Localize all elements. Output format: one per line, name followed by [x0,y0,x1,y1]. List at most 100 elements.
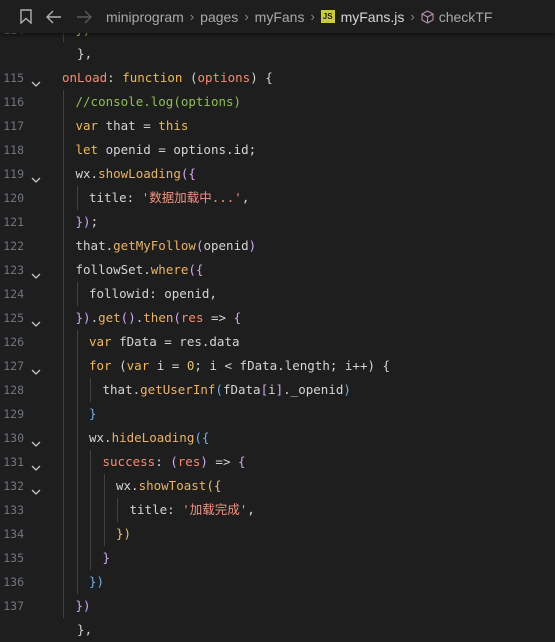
code-text: that.getUserInf(fData[i]._openid) [103,378,351,402]
line-number: 121 [3,215,24,229]
indent-guide [63,258,64,282]
code-line[interactable]: 131 success: (res) => { [0,450,555,474]
code-token: for [89,358,112,373]
code-line[interactable]: 136}) [0,570,555,594]
fold-chevron-icon[interactable] [31,481,41,495]
indent-guide [76,282,78,306]
indent-guide [90,522,91,546]
indent-guide [63,90,64,114]
code-token: var [89,334,112,349]
line-number: 122 [3,239,24,253]
breadcrumb: miniprogram › pages › myFans › JS myFans… [106,9,492,25]
line-number: 126 [3,335,24,349]
code-line[interactable]: 124 followid: openid, [0,282,555,306]
code-token: [ [260,382,269,397]
code-token: var [126,358,150,373]
code-line[interactable]: 127 for (var i = 0; i < fData.length; i++… [0,354,555,378]
code-token: ({ [180,166,196,181]
line-number: 135 [3,551,24,565]
code-token: wx. [89,430,112,445]
code-line[interactable]: 128 that.getUserInf(fData[i]._openid) [0,378,555,402]
code-line[interactable]: 121}); [0,210,555,234]
fold-chevron-icon[interactable] [31,433,41,447]
code-token: }) [75,214,91,229]
code-text: } [89,402,97,426]
code-token: ) [248,238,257,253]
line-number: 136 [3,575,24,589]
code-line[interactable]: 130 wx.hideLoading({ [0,426,555,450]
code-line[interactable]: 122 that.getMyFollow(openid) [0,234,555,258]
code-line[interactable]: }, [0,618,555,642]
code-line[interactable]: 132 wx.showToast({ [0,474,555,498]
code-token: ; [90,214,99,229]
back-arrow-icon[interactable] [45,8,63,26]
indent-guide [90,378,91,402]
cube-symbol-icon [421,9,434,24]
code-token: i [268,382,276,397]
breadcrumb-item-folder[interactable]: miniprogram [106,9,184,25]
code-token: var [75,118,99,133]
line-number: 127 [3,359,24,373]
code-line[interactable]: 133 title: '加载完成', [0,498,555,522]
indent-guide [76,402,78,426]
fold-chevron-icon[interactable] [31,73,41,87]
fold-chevron-icon[interactable] [31,313,41,327]
code-text: onLoad: function (options) { [62,66,273,90]
code-token: { [238,454,246,469]
line-number: 134 [3,527,24,541]
indent-guide [76,498,78,522]
code-line[interactable]: 115 onLoad: function (options) { [0,66,555,90]
code-token: this [158,118,189,133]
code-text: }) [89,570,104,594]
fold-chevron-icon[interactable] [31,265,41,279]
bookmark-icon[interactable] [17,8,35,26]
code-line[interactable]: 118 let openid = options.id; [0,138,555,162]
code-text: that.getMyFollow(openid) [76,234,257,258]
code-token: getMyFollow [113,238,196,253]
code-line[interactable]: 129} [0,402,555,426]
fold-chevron-icon[interactable] [31,361,41,375]
indent-guide [63,210,64,234]
line-number: 129 [3,407,24,421]
code-token: { [233,310,242,325]
fold-chevron-icon[interactable] [31,457,41,471]
line-number: 131 [3,455,24,469]
breadcrumb-item-symbol[interactable]: checkTF [439,9,493,25]
code-line[interactable]: 123 followSet.where({ [0,258,555,282]
code-line[interactable]: 135} [0,546,555,570]
code-token: } [102,550,111,565]
forward-arrow-icon[interactable] [75,8,93,26]
line-number: 124 [3,287,24,301]
code-line[interactable]: 120 title: '数据加载中...', [0,186,555,210]
code-token: ( [215,382,223,397]
line-number: 123 [3,263,24,277]
breadcrumb-item-folder[interactable]: pages [200,9,238,25]
indent-guide [103,498,105,522]
fold-chevron-icon[interactable] [31,169,41,183]
code-line[interactable]: 134}) [0,522,555,546]
code-text: }, [62,42,92,66]
code-token: followid: openid, [89,286,217,301]
breadcrumb-item-folder[interactable]: myFans [255,9,305,25]
code-line[interactable]: 126 var fData = res.data [0,330,555,354]
code-token: ( [111,358,127,373]
code-text: wx.hideLoading({ [89,426,209,450]
code-line[interactable]: 125}).get().then(res => { [0,306,555,330]
code-line[interactable]: 117 var that = this [0,114,555,138]
code-token: get [98,310,121,325]
indent-guide [63,594,64,618]
code-line[interactable]: }, [0,42,555,66]
code-token: }) [75,598,91,613]
code-editor[interactable]: 114}) },115onLoad: function (options) {1… [0,18,555,642]
code-token: , [247,502,255,517]
code-token: hideLoading [111,430,195,445]
code-token: res [180,310,204,325]
code-line[interactable]: 116 //console.log(options) [0,90,555,114]
code-line[interactable]: 137}) [0,594,555,618]
indent-guide [63,522,64,546]
code-token: success [102,454,156,469]
line-number: 115 [3,71,24,85]
code-line[interactable]: 119 wx.showLoading({ [0,162,555,186]
breadcrumb-item-file[interactable]: myFans.js [341,9,405,25]
code-token: function [122,70,183,85]
